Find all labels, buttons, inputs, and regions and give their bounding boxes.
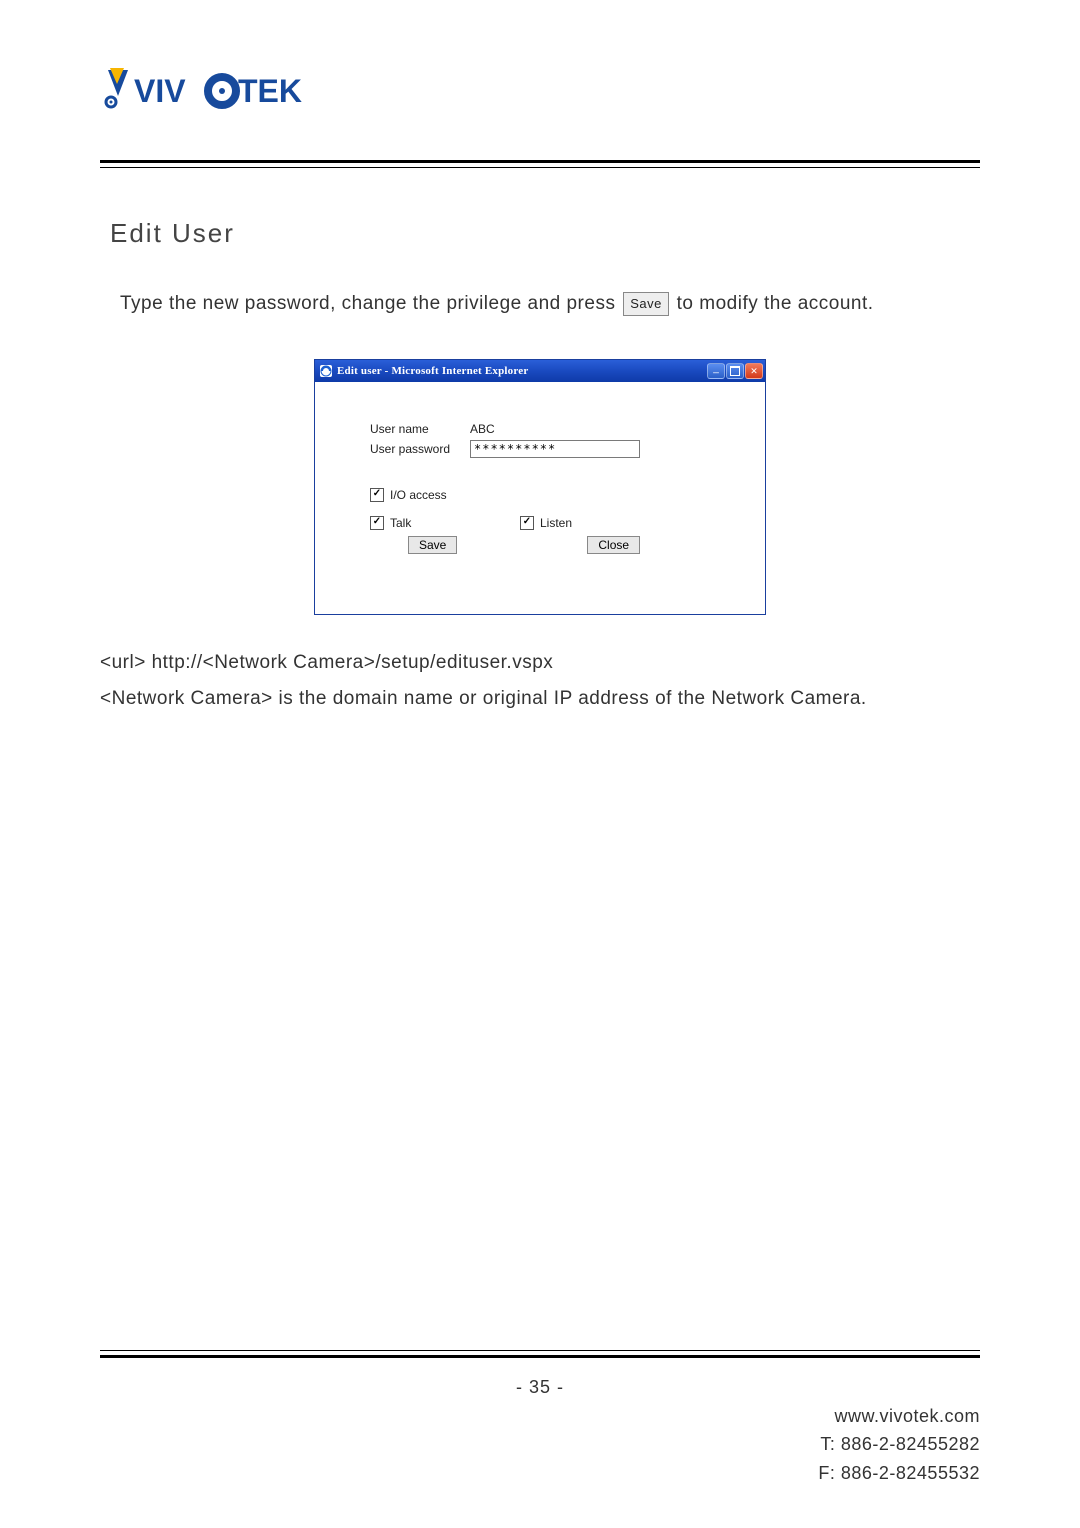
io-access-checkbox[interactable]	[370, 488, 384, 502]
username-label: User name	[370, 422, 470, 436]
username-value: ABC	[470, 422, 495, 436]
svg-text:TEK: TEK	[238, 73, 302, 109]
window-controls	[707, 363, 763, 379]
io-access-label: I/O access	[390, 488, 447, 502]
svg-text:VIV: VIV	[134, 73, 186, 109]
below-text-block: <url> http://<Network Camera>/setup/edit…	[100, 645, 980, 717]
brand-logo: VIV TEK	[100, 60, 980, 120]
talk-checkbox[interactable]	[370, 516, 384, 530]
footer-site: www.vivotek.com	[818, 1402, 980, 1431]
ie-favicon-icon	[319, 364, 333, 378]
close-button[interactable]: Close	[587, 536, 640, 554]
save-button[interactable]: Save	[408, 536, 457, 554]
section-title: Edit User	[110, 218, 980, 249]
divider-bottom	[100, 1350, 980, 1358]
divider-top	[100, 160, 980, 168]
instruction-pre: Type the new password, change the privil…	[120, 293, 621, 314]
password-input[interactable]	[470, 440, 640, 458]
instruction-text: Type the new password, change the privil…	[120, 289, 980, 319]
footer-tel: T: 886-2-82455282	[818, 1430, 980, 1459]
password-label: User password	[370, 442, 470, 456]
maximize-button[interactable]	[726, 363, 744, 379]
talk-label: Talk	[390, 516, 411, 530]
desc-line: <Network Camera> is the domain name or o…	[100, 681, 980, 717]
instruction-post: to modify the account.	[671, 293, 874, 314]
footer-contact: www.vivotek.com T: 886-2-82455282 F: 886…	[818, 1402, 980, 1488]
minimize-button[interactable]	[707, 363, 725, 379]
close-window-button[interactable]	[745, 363, 763, 379]
edit-user-dialog: Edit user - Microsoft Internet Explorer …	[314, 359, 766, 615]
listen-checkbox[interactable]	[520, 516, 534, 530]
dialog-titlebar: Edit user - Microsoft Internet Explorer	[315, 360, 765, 382]
listen-label: Listen	[540, 516, 572, 530]
footer-fax: F: 886-2-82455532	[818, 1459, 980, 1488]
page-number: - 35 -	[0, 1377, 1080, 1398]
url-line: <url> http://<Network Camera>/setup/edit…	[100, 645, 980, 681]
dialog-title: Edit user - Microsoft Internet Explorer	[337, 365, 528, 377]
save-button-inline-illustration: Save	[623, 292, 669, 317]
